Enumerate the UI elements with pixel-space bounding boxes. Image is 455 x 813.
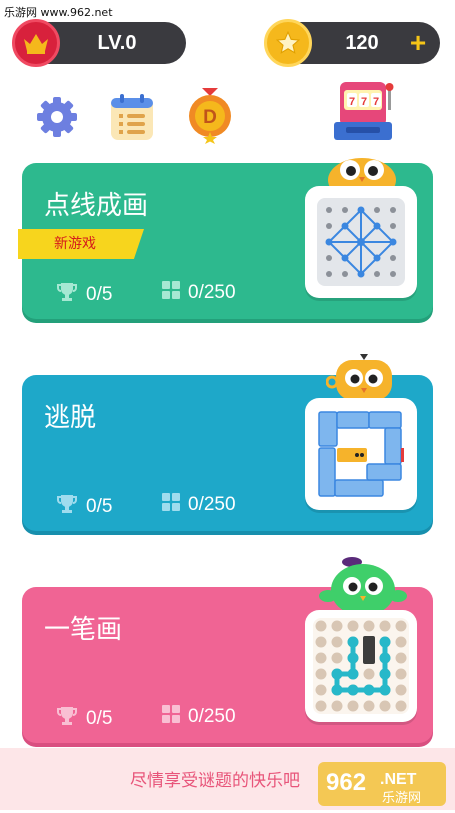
svg-text:7: 7 bbox=[349, 96, 355, 108]
trophy-icon bbox=[56, 705, 78, 733]
trophy-icon bbox=[56, 281, 78, 309]
grid-dot bbox=[315, 668, 327, 680]
grid-icon bbox=[162, 493, 180, 517]
slot-machine-icon[interactable]: 7 7 7 bbox=[332, 78, 402, 151]
levels-count: 0/250 bbox=[188, 494, 236, 515]
game-title: 点线成画 bbox=[44, 191, 149, 221]
stroke-dot bbox=[331, 668, 343, 680]
svg-text:7: 7 bbox=[373, 96, 379, 108]
grid-dot bbox=[331, 636, 343, 648]
stroke-dot bbox=[347, 636, 359, 648]
blocked-cell bbox=[363, 636, 375, 664]
calendar-list-icon[interactable] bbox=[108, 92, 156, 147]
one-stroke-thumbnail bbox=[305, 610, 417, 722]
levels-stat: 0/250 bbox=[162, 281, 236, 305]
grid-dot bbox=[347, 700, 359, 712]
logo-net: .NET bbox=[380, 771, 417, 788]
levels-stat: 0/250 bbox=[162, 493, 236, 517]
game-title: 一笔画 bbox=[44, 615, 123, 645]
trophy-stat: 0/5 bbox=[56, 493, 112, 521]
trophy-count: 0/5 bbox=[86, 284, 113, 305]
grid-dot bbox=[331, 620, 343, 632]
grid-dot bbox=[363, 620, 375, 632]
stroke-dot bbox=[331, 684, 343, 696]
grid-dot bbox=[315, 620, 327, 632]
gear-icon[interactable] bbox=[34, 94, 80, 145]
trophy-icon bbox=[56, 493, 78, 521]
trophy-stat: 0/5 bbox=[56, 281, 112, 309]
grid-dot bbox=[395, 636, 407, 648]
stroke-dot bbox=[379, 652, 391, 664]
grid-dot bbox=[363, 700, 375, 712]
grid-dot bbox=[395, 620, 407, 632]
level-label: LV.0 bbox=[97, 32, 137, 54]
new-game-tag: 新游戏 bbox=[18, 229, 144, 259]
game-title: 逃脱 bbox=[44, 403, 97, 433]
crown-icon bbox=[12, 19, 60, 67]
watermark-text: 乐游网 www.962.net bbox=[4, 6, 113, 19]
grid-dot bbox=[331, 700, 343, 712]
trophy-count: 0/5 bbox=[86, 708, 113, 729]
d-medal-icon[interactable]: D bbox=[186, 86, 234, 149]
grid-dot bbox=[379, 700, 391, 712]
levels-stat: 0/250 bbox=[162, 705, 236, 729]
trophy-count: 0/5 bbox=[86, 496, 113, 517]
watermark-logo: 962 .NET 乐游网 bbox=[318, 758, 448, 808]
grid-dot bbox=[395, 700, 407, 712]
trophy-stat: 0/5 bbox=[56, 705, 112, 733]
escape-thumbnail bbox=[305, 398, 417, 510]
coin-count: 120 bbox=[345, 32, 379, 54]
grid-dot bbox=[315, 684, 327, 696]
grid-dot bbox=[363, 668, 375, 680]
grid-dot bbox=[315, 652, 327, 664]
dot-line-thumbnail bbox=[305, 186, 417, 298]
footer-slogan: 尽情享受谜题的快乐吧 bbox=[130, 771, 300, 791]
star-coin-icon bbox=[264, 19, 312, 67]
grid-dot bbox=[395, 652, 407, 664]
grid-dot bbox=[395, 684, 407, 696]
levels-count: 0/250 bbox=[188, 706, 236, 727]
stroke-dot bbox=[379, 636, 391, 648]
grid-dot bbox=[379, 620, 391, 632]
grid-dot bbox=[315, 636, 327, 648]
svg-text:D: D bbox=[203, 107, 217, 128]
grid-icon bbox=[162, 705, 180, 729]
grid-dot bbox=[395, 668, 407, 680]
stroke-dot bbox=[347, 684, 359, 696]
stroke-dot bbox=[379, 668, 391, 680]
stroke-dot bbox=[379, 684, 391, 696]
stroke-dot bbox=[347, 668, 359, 680]
grid-dot bbox=[331, 652, 343, 664]
add-coins-button[interactable]: + bbox=[404, 22, 432, 64]
grid-dot bbox=[347, 620, 359, 632]
logo-962: 962 bbox=[326, 769, 366, 796]
stroke-dot bbox=[347, 652, 359, 664]
svg-text:7: 7 bbox=[361, 96, 367, 108]
grid-dot bbox=[315, 700, 327, 712]
stroke-dot bbox=[363, 684, 375, 696]
grid-icon bbox=[162, 281, 180, 305]
logo-sub: 乐游网 bbox=[382, 791, 421, 806]
levels-count: 0/250 bbox=[188, 282, 236, 303]
